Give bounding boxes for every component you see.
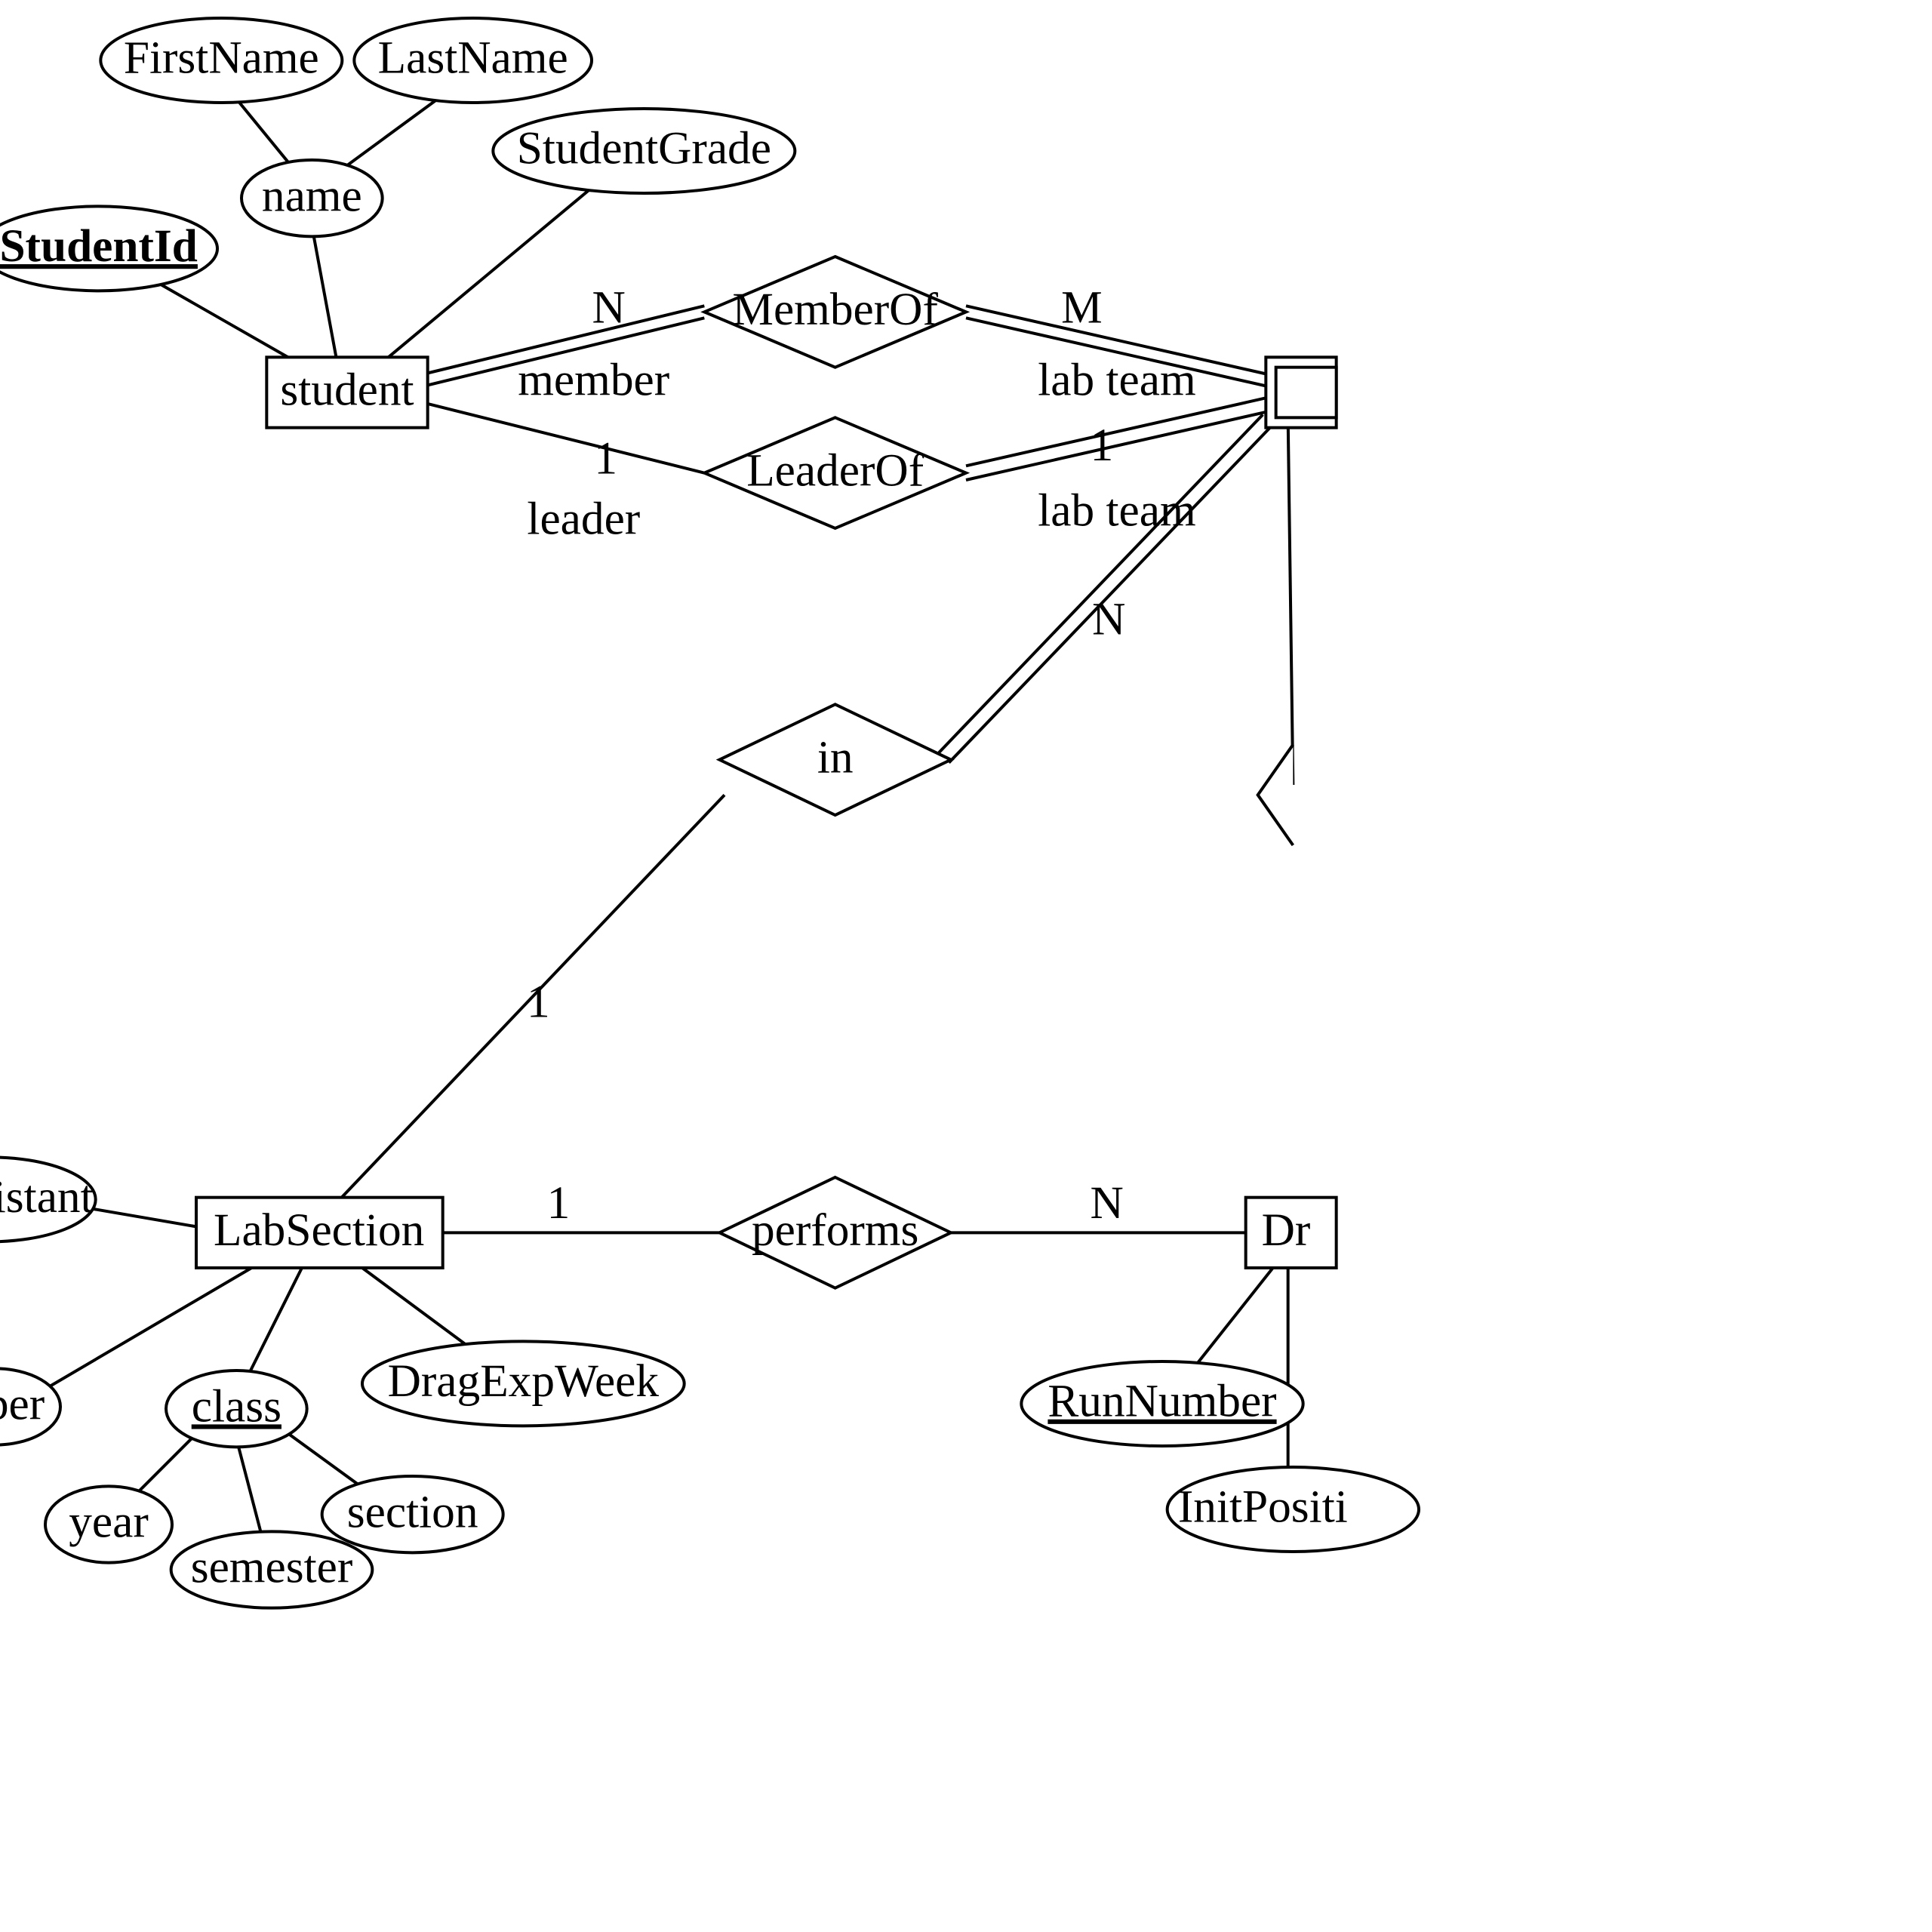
rel-memberof-label: MemberOf bbox=[732, 284, 938, 335]
line-leaderof-labteam-2 bbox=[966, 411, 1268, 480]
rel-in-label: in bbox=[817, 731, 854, 783]
label-1-leaderof-right: 1 bbox=[1091, 420, 1114, 471]
label-member: member bbox=[518, 354, 669, 405]
entity-labteam-inner bbox=[1276, 368, 1337, 418]
line-student-leaderof bbox=[423, 402, 704, 472]
attr-assistant-label: ssistant bbox=[0, 1171, 94, 1223]
label-1-in: 1 bbox=[527, 976, 550, 1027]
attr-class-label: class bbox=[192, 1380, 281, 1432]
attr-year-label: year bbox=[69, 1497, 149, 1548]
label-n-memberof: N bbox=[592, 281, 626, 333]
line-labteam-right bbox=[1288, 417, 1294, 785]
label-leader: leader bbox=[527, 493, 640, 544]
attr-runnumber-label: RunNumber bbox=[1048, 1376, 1276, 1427]
attr-studentid-label: StudentId bbox=[0, 220, 198, 272]
attr-dragexpweek-label: DragExpWeek bbox=[388, 1355, 660, 1407]
attr-section-label: section bbox=[347, 1486, 478, 1537]
attr-ber-label: ber bbox=[0, 1379, 45, 1430]
label-1-leaderof-left: 1 bbox=[594, 432, 617, 484]
rel-rightcut bbox=[1258, 745, 1294, 845]
attr-initpositi-label: InitPositi bbox=[1178, 1481, 1348, 1533]
line-student-name bbox=[312, 226, 337, 362]
attr-lastname-label: LastName bbox=[378, 32, 568, 84]
label-labteam2: lab team bbox=[1038, 485, 1195, 537]
label-n-in: N bbox=[1092, 594, 1125, 645]
label-n-performs: N bbox=[1091, 1177, 1124, 1229]
label-1-performs: 1 bbox=[547, 1177, 571, 1229]
label-labteam1: lab team bbox=[1038, 354, 1195, 405]
attr-studentgrade-label: StudentGrade bbox=[517, 123, 771, 174]
attr-name-label: name bbox=[262, 170, 362, 221]
rel-performs-label: performs bbox=[752, 1204, 918, 1256]
entity-drag-label: Dr bbox=[1262, 1204, 1311, 1256]
label-m-memberof: M bbox=[1061, 281, 1103, 333]
attr-firstname-label: FirstName bbox=[124, 32, 319, 84]
entity-student-label: student bbox=[280, 365, 414, 416]
entity-labsection-label: LabSection bbox=[214, 1204, 424, 1256]
rel-leaderof-label: LeaderOf bbox=[746, 445, 924, 496]
attr-semester-label: semester bbox=[191, 1542, 353, 1593]
